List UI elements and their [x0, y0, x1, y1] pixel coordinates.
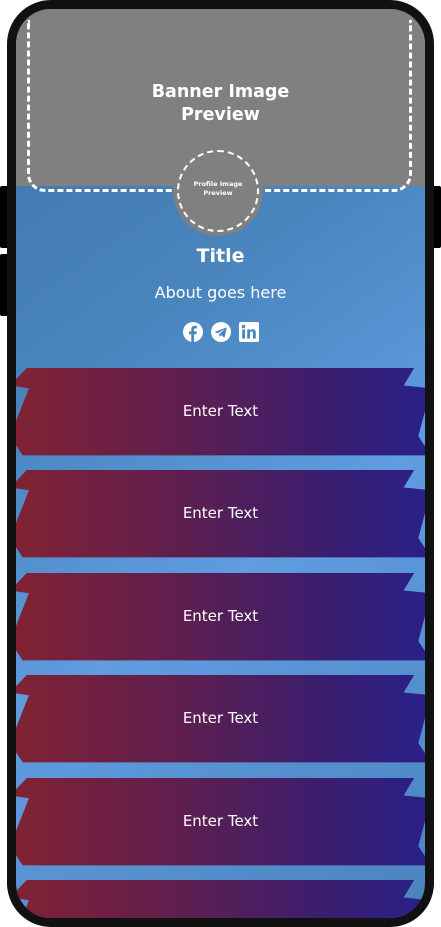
profile-line-1: Profile Image: [193, 180, 243, 188]
telegram-icon[interactable]: [210, 322, 231, 342]
page-title: Title: [196, 245, 245, 267]
facebook-icon[interactable]: [182, 322, 203, 342]
about-text: About goes here: [154, 283, 287, 302]
link-label: Enter Text: [182, 504, 259, 522]
link-button-6[interactable]: [16, 880, 425, 918]
banner-line-1: Banner Image: [151, 82, 290, 102]
banner-placeholder-text: Banner Image Preview: [16, 81, 425, 127]
linkedin-icon[interactable]: [238, 322, 259, 342]
link-label: Enter Text: [182, 812, 259, 830]
link-button-5[interactable]: Enter Text: [16, 778, 425, 866]
link-button-2[interactable]: Enter Text: [16, 470, 425, 558]
link-button-4[interactable]: Enter Text: [16, 675, 425, 763]
link-label: Enter Text: [182, 402, 259, 420]
banner-line-2: Preview: [181, 105, 260, 125]
profile-placeholder-text: Profile Image Preview: [173, 180, 263, 198]
link-label: Enter Text: [182, 709, 259, 727]
profile-line-2: Preview: [203, 189, 233, 197]
profile-image-preview[interactable]: Profile Image Preview: [173, 146, 263, 236]
social-icons: [16, 322, 425, 342]
link-label: Enter Text: [182, 607, 259, 625]
link-button-3[interactable]: Enter Text: [16, 573, 425, 661]
phone-frame: Banner Image Preview Profile Image Previ…: [7, 0, 434, 927]
link-button-1[interactable]: Enter Text: [16, 368, 425, 456]
